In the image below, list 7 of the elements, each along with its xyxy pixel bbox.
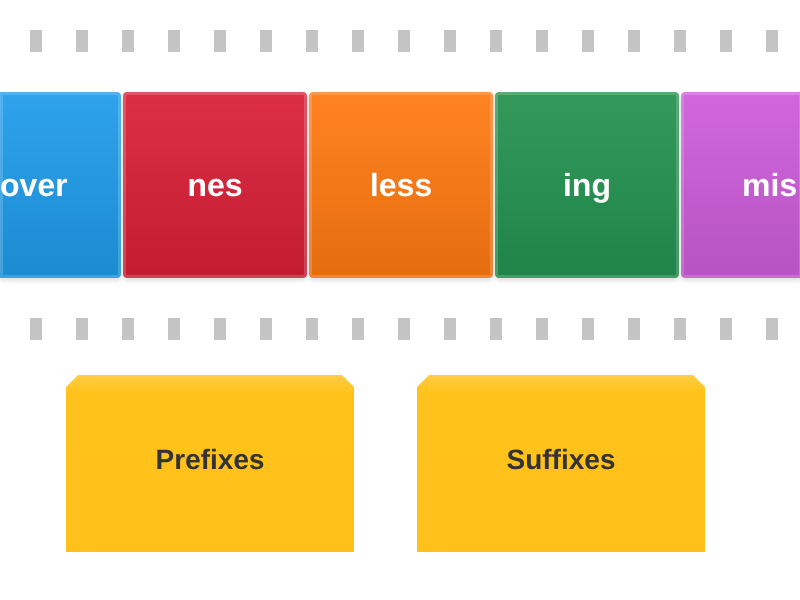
category-box: Prefixes [66,375,354,552]
word-tile[interactable]: mis [681,92,800,278]
word-tile[interactable]: less [309,92,493,278]
category-box: Suffixes [417,375,705,552]
word-tile[interactable]: ing [495,92,679,278]
word-tile[interactable]: nes [123,92,307,278]
word-tile[interactable]: over [0,92,121,278]
